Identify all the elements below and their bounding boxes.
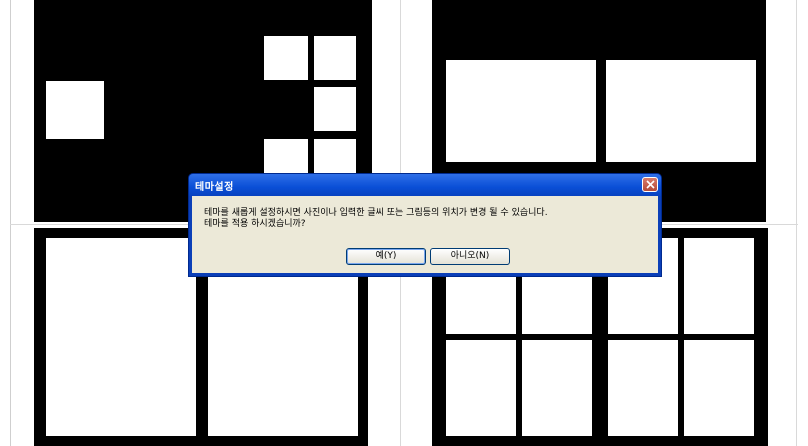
photo-slot bbox=[522, 276, 592, 334]
theme-settings-dialog: 테마설정 테마를 새롭게 설정하시면 사진이나 입력한 글씨 또는 그림등의 위… bbox=[188, 173, 662, 277]
photo-slot bbox=[46, 81, 104, 139]
canvas-grid-line bbox=[796, 0, 797, 446]
photo-slot bbox=[522, 340, 592, 436]
photo-slot bbox=[446, 276, 516, 334]
photo-slot bbox=[606, 60, 756, 162]
close-icon bbox=[645, 180, 655, 189]
photo-slot bbox=[264, 36, 308, 80]
no-button[interactable]: 아니오(N) bbox=[430, 248, 510, 265]
theme-preview-canvas: 테마설정 테마를 새롭게 설정하시면 사진이나 입력한 글씨 또는 그림등의 위… bbox=[0, 0, 808, 446]
dialog-titlebar[interactable]: 테마설정 bbox=[189, 174, 661, 196]
photo-slot bbox=[608, 340, 678, 436]
photo-slot bbox=[684, 340, 754, 436]
canvas-left-border bbox=[10, 0, 11, 446]
yes-button[interactable]: 예(Y) bbox=[346, 248, 426, 265]
photo-slot bbox=[446, 340, 516, 436]
photo-slot bbox=[314, 87, 356, 131]
photo-slot bbox=[314, 36, 356, 80]
dialog-body: 테마를 새롭게 설정하시면 사진이나 입력한 글씨 또는 그림등의 위치가 변경… bbox=[192, 196, 658, 273]
photo-slot bbox=[46, 238, 196, 436]
close-button[interactable] bbox=[642, 177, 658, 192]
dialog-message: 테마를 새롭게 설정하시면 사진이나 입력한 글씨 또는 그림등의 위치가 변경… bbox=[204, 208, 548, 229]
photo-slot bbox=[684, 238, 754, 334]
dialog-title: 테마설정 bbox=[195, 182, 234, 193]
photo-slot bbox=[446, 60, 596, 162]
